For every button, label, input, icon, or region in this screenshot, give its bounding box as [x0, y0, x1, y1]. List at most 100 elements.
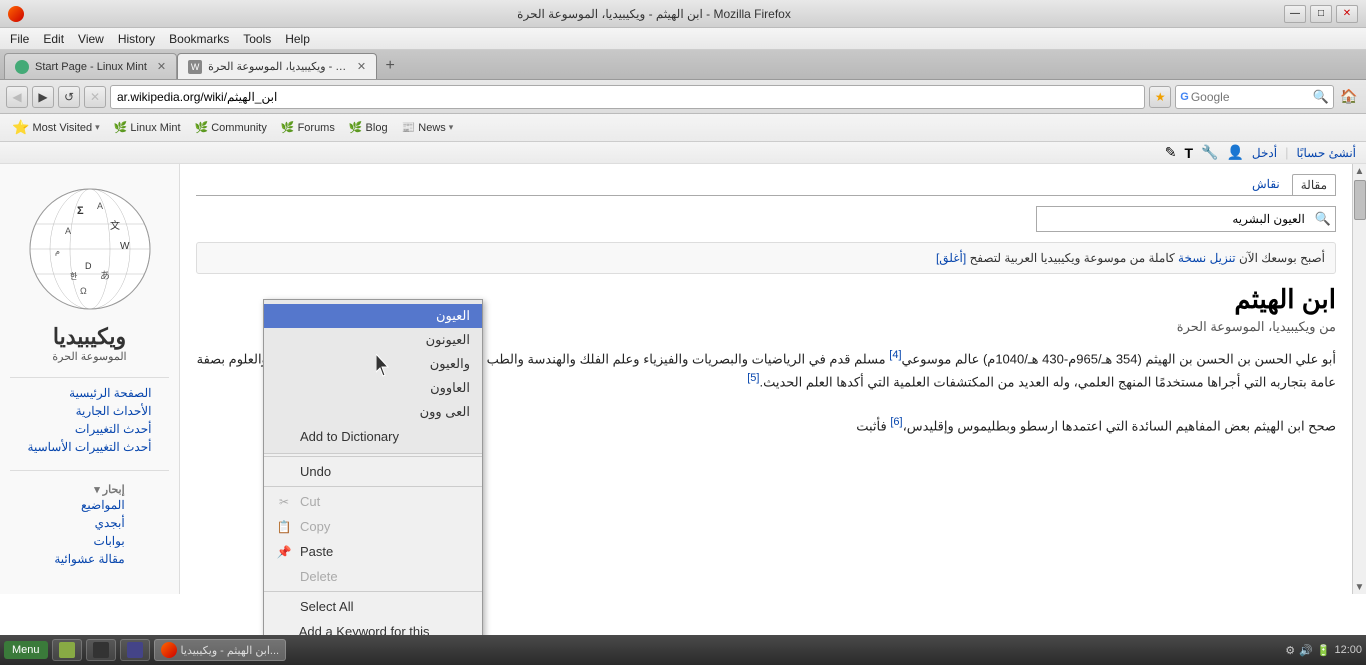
- bookmark-news[interactable]: 📰 News ▾: [396, 119, 460, 136]
- addressbar: ◀ ▶ ↺ ✕ ★ G 🔍 🏠: [0, 80, 1366, 114]
- taskbar-tray: ⚙ 🔊 🔋 12:00: [1285, 644, 1362, 657]
- taskbar-file-manager[interactable]: [52, 639, 82, 661]
- sidebar-nav-portals[interactable]: بوابات: [54, 532, 124, 550]
- svg-text:Ω: Ω: [80, 286, 87, 296]
- tab-close-wiki[interactable]: ✕: [357, 60, 366, 73]
- scroll-thumb[interactable]: [1354, 180, 1366, 220]
- maximize-button[interactable]: □: [1310, 5, 1332, 23]
- sidebar-link-recent-changes[interactable]: أحدث التغييرات: [28, 420, 152, 438]
- forward-button[interactable]: ▶: [32, 86, 54, 108]
- taskbar-text-editor[interactable]: [120, 639, 150, 661]
- new-tab-button[interactable]: +: [377, 53, 403, 79]
- taskbar-menu-button[interactable]: Menu: [4, 641, 48, 659]
- sidebar-link-homepage[interactable]: الصفحة الرئيسية: [28, 384, 152, 402]
- close-button[interactable]: ✕: [1336, 5, 1358, 23]
- bookmark-icon-blog: 🌿: [349, 121, 363, 134]
- scrollbar-vertical[interactable]: ▲ ▼: [1352, 164, 1366, 594]
- menu-bookmarks[interactable]: Bookmarks: [163, 30, 235, 48]
- ctx-sep-3: [264, 591, 482, 592]
- taskbar-firefox[interactable]: ابن الهيثم - ويكيبيديا...: [154, 639, 287, 661]
- tab-talk[interactable]: نقاش: [1244, 174, 1288, 195]
- reload-button[interactable]: ↺: [58, 86, 80, 108]
- svg-text:文: 文: [110, 219, 120, 232]
- ctx-add-to-dict[interactable]: Add to Dictionary: [264, 424, 482, 449]
- url-input[interactable]: [110, 85, 1145, 109]
- menu-file[interactable]: File: [4, 30, 35, 48]
- window-title: ابن الهيثم - ويكيبيديا، الموسوعة الحرة -…: [24, 7, 1284, 21]
- menu-tools[interactable]: Tools: [237, 30, 277, 48]
- taskbar-terminal[interactable]: [86, 639, 116, 661]
- bookmark-arrow-news: ▾: [449, 122, 454, 133]
- tools-icon: 🔧: [1201, 144, 1218, 161]
- sidebar-nav-topics[interactable]: المواضيع: [54, 496, 124, 514]
- tab-close-start[interactable]: ✕: [157, 60, 166, 73]
- menu-view[interactable]: View: [72, 30, 110, 48]
- stop-button[interactable]: ✕: [84, 86, 106, 108]
- sidebar-nav-random[interactable]: مقالة عشوائية: [54, 550, 124, 568]
- sidebar-link-current-events[interactable]: الأحداث الجارية: [28, 402, 152, 420]
- scroll-up-button[interactable]: ▲: [1353, 164, 1366, 178]
- bookmark-star[interactable]: ★: [1149, 86, 1171, 108]
- back-button[interactable]: ◀: [6, 86, 28, 108]
- taskbar-firefox-icon: [161, 642, 177, 658]
- minimize-button[interactable]: —: [1284, 5, 1306, 23]
- login-create-account[interactable]: أنشئ حسابًا: [1297, 146, 1357, 160]
- notice-link[interactable]: تنزيل نسخة: [1178, 251, 1236, 265]
- window-controls[interactable]: — □ ✕: [1284, 5, 1358, 23]
- search-input[interactable]: [1191, 90, 1311, 104]
- ctx-paste[interactable]: 📌 Paste: [264, 539, 482, 564]
- titlebar: ابن الهيثم - ويكيبيديا، الموسوعة الحرة -…: [0, 0, 1366, 28]
- account-icon: 👤: [1226, 144, 1243, 161]
- article-text-3: صحح ابن الهيثم بعض المفاهيم السائدة التي…: [903, 418, 1336, 433]
- login-signin[interactable]: أدخل: [1252, 146, 1277, 160]
- ctx-suggestion-4[interactable]: العاوون: [264, 376, 482, 400]
- bookmark-most-visited[interactable]: ⭐ Most Visited ▾: [6, 117, 106, 138]
- bookmark-label-community: Community: [211, 122, 267, 134]
- bookmark-linux-mint[interactable]: 🌿 Linux Mint: [108, 119, 187, 136]
- menu-help[interactable]: Help: [279, 30, 316, 48]
- sidebar-nav-alpha[interactable]: أبجدي: [54, 514, 124, 532]
- bookmark-icon-mint: 🌿: [114, 121, 128, 134]
- bookmark-label-forums: Forums: [298, 122, 335, 134]
- svg-text:あ: あ: [100, 270, 110, 282]
- sidebar-link-basic-changes[interactable]: أحدث التغييرات الأساسية: [28, 438, 152, 456]
- bookmark-label-mint: Linux Mint: [130, 122, 180, 134]
- google-logo: G: [1180, 91, 1189, 103]
- article-ref1[interactable]: [4]: [889, 349, 901, 361]
- wiki-tabs: مقالة نقاش: [196, 174, 1336, 196]
- ctx-suggestion-3[interactable]: والعيون: [264, 352, 482, 376]
- close-notice[interactable]: [أغلق]: [936, 251, 966, 265]
- bookmark-forums[interactable]: 🌿 Forums: [275, 119, 341, 136]
- menu-history[interactable]: History: [112, 30, 161, 48]
- scroll-down-button[interactable]: ▼: [1353, 580, 1366, 594]
- wiki-sidebar: Σ A 文 А W م D あ 한 Ω ويكيبيديا الموسوعة ا…: [0, 164, 180, 594]
- bookmark-blog[interactable]: 🌿 Blog: [343, 119, 394, 136]
- wiki-tagline: الموسوعة الحرة: [52, 350, 126, 363]
- tab-wikipedia[interactable]: W ابن الهيثم - ويكيبيديا، الموسوعة الحرة…: [177, 53, 377, 79]
- bookmark-label-news: News: [418, 122, 446, 134]
- ctx-suggestion-1[interactable]: العيون: [264, 304, 482, 328]
- ctx-undo[interactable]: Undo: [264, 459, 482, 484]
- sidebar-nav-browse: إبحار ▾ المواضيع أبجدي بوابات مقالة عشوا…: [54, 477, 124, 568]
- ctx-select-all[interactable]: Select All: [264, 594, 482, 619]
- sidebar-nav-main: الصفحة الرئيسية الأحداث الجارية أحدث الت…: [28, 384, 152, 456]
- tab-start-page[interactable]: Start Page - Linux Mint ✕: [4, 53, 177, 79]
- article-text-1: أبو علي الحسن بن الحسن بن الهيثم (354 هـ…: [902, 351, 1336, 366]
- home-button[interactable]: 🏠: [1338, 86, 1360, 108]
- article-ref2[interactable]: [5]: [747, 372, 759, 384]
- bookmark-community[interactable]: 🌿 Community: [189, 119, 273, 136]
- tab-icon-wiki: W: [188, 60, 202, 74]
- wiki-search-input[interactable]: [1037, 212, 1311, 226]
- svg-text:А: А: [65, 226, 71, 236]
- bookmark-icon-star: ⭐: [12, 119, 29, 136]
- ctx-suggestion-2[interactable]: العيونون: [264, 328, 482, 352]
- tab-article[interactable]: مقالة: [1292, 174, 1336, 195]
- ctx-suggestion-5[interactable]: العى وون: [264, 400, 482, 424]
- cut-icon: ✂: [276, 495, 292, 509]
- ctx-cut-label: Cut: [300, 494, 320, 509]
- menu-edit[interactable]: Edit: [37, 30, 70, 48]
- tray-clock: 12:00: [1334, 644, 1362, 656]
- article-ref3[interactable]: [6]: [890, 416, 902, 428]
- ctx-copy-label: Copy: [300, 519, 330, 534]
- search-submit-icon[interactable]: 🔍: [1313, 89, 1329, 105]
